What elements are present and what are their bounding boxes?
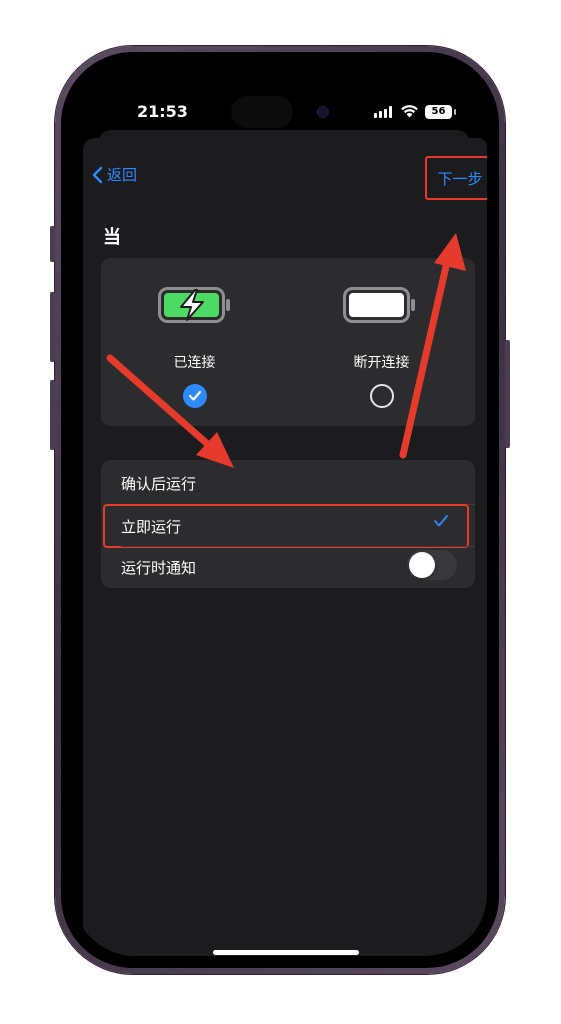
action-button	[50, 226, 55, 262]
chevron-left-icon	[92, 166, 103, 183]
cellular-signal-icon	[374, 106, 394, 118]
option-disconnected[interactable]: 断开连接	[288, 258, 475, 426]
home-indicator[interactable]	[213, 950, 359, 955]
selected-check-icon	[183, 384, 207, 408]
option-connected[interactable]: 已连接	[101, 258, 288, 426]
battery-full-icon	[343, 287, 415, 323]
option-run-after-confirm[interactable]: 确认后运行	[101, 462, 475, 504]
highlight-box	[103, 504, 469, 548]
run-after-confirm-label: 确认后运行	[121, 474, 197, 493]
battery-charging-icon	[158, 287, 230, 323]
notify-toggle[interactable]	[407, 550, 457, 580]
option-connected-label: 已连接	[173, 355, 216, 371]
toggle-knob	[409, 552, 435, 578]
volume-up-button	[50, 292, 55, 362]
wifi-icon	[401, 105, 418, 118]
next-button[interactable]: 下一步	[425, 156, 487, 200]
phone-frame: 21:53 56 返回 下一步 当 已连接 断开连接 确认后运行 立即运行 运行…	[50, 46, 510, 974]
option-disconnected-label: 断开连接	[353, 355, 410, 371]
notify-label: 运行时通知	[121, 558, 197, 577]
run-mode-card: 确认后运行 立即运行 运行时通知	[101, 460, 475, 588]
screen: 21:53 56 返回 下一步 当 已连接 断开连接 确认后运行 立即运行 运行…	[73, 64, 487, 956]
section-title: 当	[103, 227, 121, 248]
phone-bezel: 21:53 56 返回 下一步 当 已连接 断开连接 确认后运行 立即运行 运行…	[61, 52, 499, 968]
power-button	[505, 340, 510, 448]
status-time: 21:53	[137, 102, 188, 121]
battery-icon: 56	[425, 105, 452, 119]
battery-tip	[454, 109, 456, 115]
dynamic-island	[223, 96, 353, 128]
camera-icon	[317, 106, 329, 118]
next-label: 下一步	[437, 169, 483, 188]
island-pill	[231, 96, 293, 128]
unselected-circle-icon	[370, 384, 394, 408]
volume-down-button	[50, 380, 55, 450]
connection-card: 已连接 断开连接	[101, 258, 475, 426]
automation-sheet: 返回 下一步 当 已连接 断开连接 确认后运行 立即运行 运行时通知	[83, 138, 487, 956]
back-button[interactable]: 返回	[92, 164, 137, 185]
back-label: 返回	[107, 166, 138, 184]
